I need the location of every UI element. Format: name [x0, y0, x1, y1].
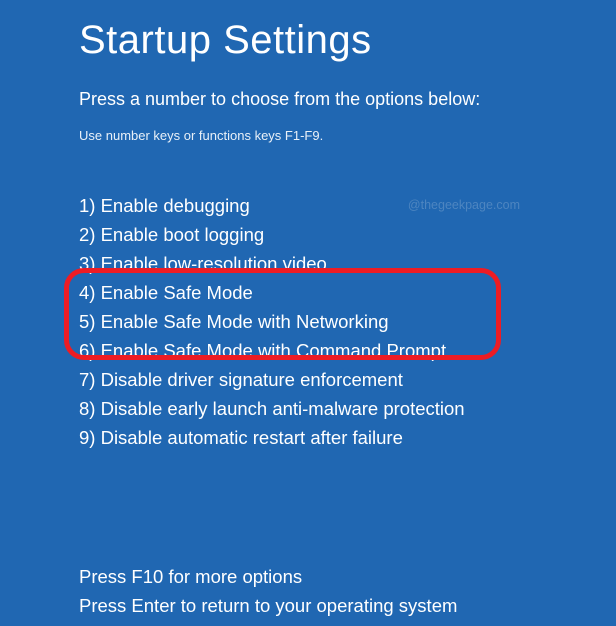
option-disable-anti-malware[interactable]: 8) Disable early launch anti-malware pro… [79, 394, 616, 423]
footer-return: Press Enter to return to your operating … [79, 591, 616, 620]
instruction-hint: Use number keys or functions keys F1-F9. [79, 128, 616, 143]
instruction-subtitle: Press a number to choose from the option… [79, 89, 616, 110]
footer-instructions: Press F10 for more options Press Enter t… [79, 562, 616, 620]
option-disable-auto-restart[interactable]: 9) Disable automatic restart after failu… [79, 423, 616, 452]
option-disable-driver-signature[interactable]: 7) Disable driver signature enforcement [79, 365, 616, 394]
option-enable-safe-mode-networking[interactable]: 5) Enable Safe Mode with Networking [79, 307, 616, 336]
startup-options-list: 1) Enable debugging 2) Enable boot loggi… [79, 191, 616, 452]
option-enable-boot-logging[interactable]: 2) Enable boot logging [79, 220, 616, 249]
page-title: Startup Settings [79, 18, 616, 63]
option-enable-safe-mode[interactable]: 4) Enable Safe Mode [79, 278, 616, 307]
option-enable-debugging[interactable]: 1) Enable debugging [79, 191, 616, 220]
watermark-text: @thegeekpage.com [408, 198, 520, 212]
option-enable-low-res-video[interactable]: 3) Enable low-resolution video [79, 249, 616, 278]
option-enable-safe-mode-cmd[interactable]: 6) Enable Safe Mode with Command Prompt [79, 336, 616, 365]
footer-more-options: Press F10 for more options [79, 562, 616, 591]
